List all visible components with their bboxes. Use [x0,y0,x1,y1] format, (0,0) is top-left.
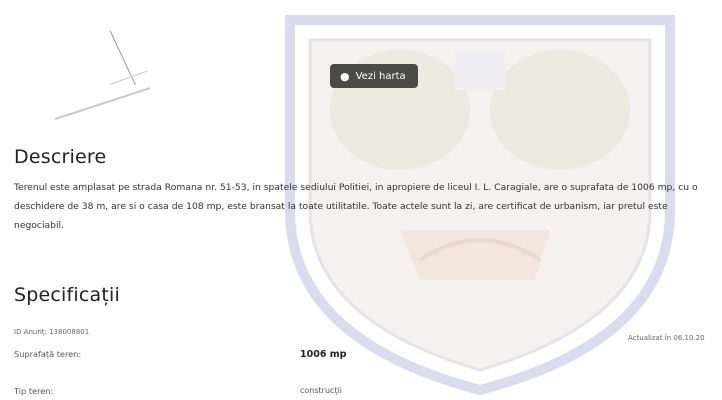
spec-label-land-type: Tip teren: [14,386,54,396]
spec-value-land-area: 1006 mp [300,349,347,360]
spec-value-land-type: construcții [300,386,343,395]
description-heading: Descriere [14,146,107,168]
map-road [54,87,151,120]
view-map-label: Vezi harta [355,70,406,82]
view-map-button[interactable]: ● Vezi harta [330,64,418,88]
map-preview[interactable]: ● Vezi harta [0,0,722,135]
spec-label-land-area: Suprafață teren: [14,349,82,359]
map-pin-icon: ● [340,69,350,83]
listing-id: ID Anunț: 138008801 [14,328,90,336]
specifications-heading: Specificații [14,284,121,306]
description-text: Terenul este amplasat pe strada Romana n… [14,182,698,231]
updated-date: Actualizat în 06.10.20 [628,334,705,342]
